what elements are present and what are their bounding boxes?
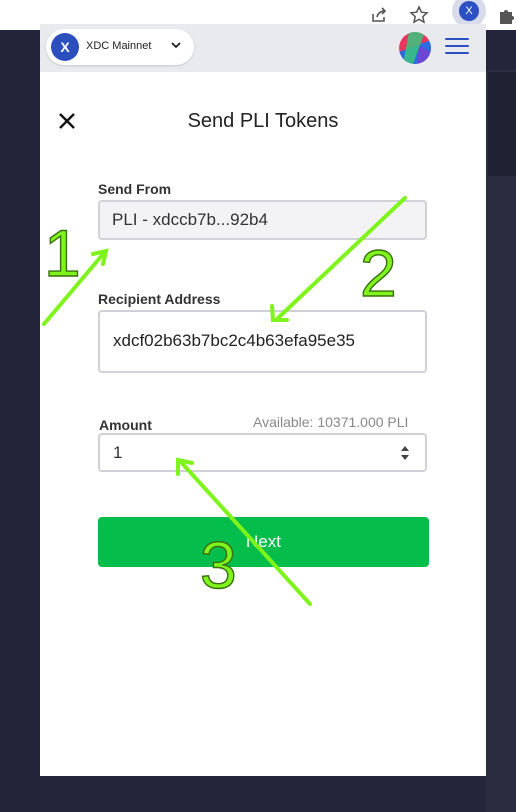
account-avatar[interactable] xyxy=(399,32,431,64)
network-selector[interactable]: X XDC Mainnet xyxy=(46,29,194,65)
next-button[interactable]: Next xyxy=(98,517,429,567)
xdc-logo-icon: X xyxy=(51,33,79,61)
background-page xyxy=(0,30,40,812)
wallet-popup: X XDC Mainnet Send PLI Tokens Send From … xyxy=(40,24,486,776)
recipient-address-input[interactable]: xdcf02b63b7bc2c4b63efa95e35 xyxy=(98,310,427,373)
background-panel xyxy=(486,70,516,812)
recipient-address-label: Recipient Address xyxy=(98,291,221,307)
background-code-thumbnail xyxy=(488,72,516,176)
puzzle-icon[interactable] xyxy=(494,2,516,28)
send-from-label: Send From xyxy=(98,181,172,197)
amount-label: Amount xyxy=(99,417,152,433)
send-from-field: PLI - xdccb7b...92b4 xyxy=(98,200,427,240)
popup-header: X XDC Mainnet xyxy=(40,24,486,72)
available-balance: Available: 10371.000 PLI xyxy=(253,414,409,430)
page-title: Send PLI Tokens xyxy=(187,110,339,132)
number-stepper-icon[interactable] xyxy=(399,444,411,462)
amount-value: 1 xyxy=(113,443,123,462)
xdc-extension-icon: X xyxy=(459,1,479,21)
hamburger-menu-icon[interactable] xyxy=(445,38,469,58)
chevron-down-icon xyxy=(169,38,183,52)
amount-input[interactable]: 1 xyxy=(98,433,427,472)
network-name: XDC Mainnet xyxy=(86,40,152,52)
